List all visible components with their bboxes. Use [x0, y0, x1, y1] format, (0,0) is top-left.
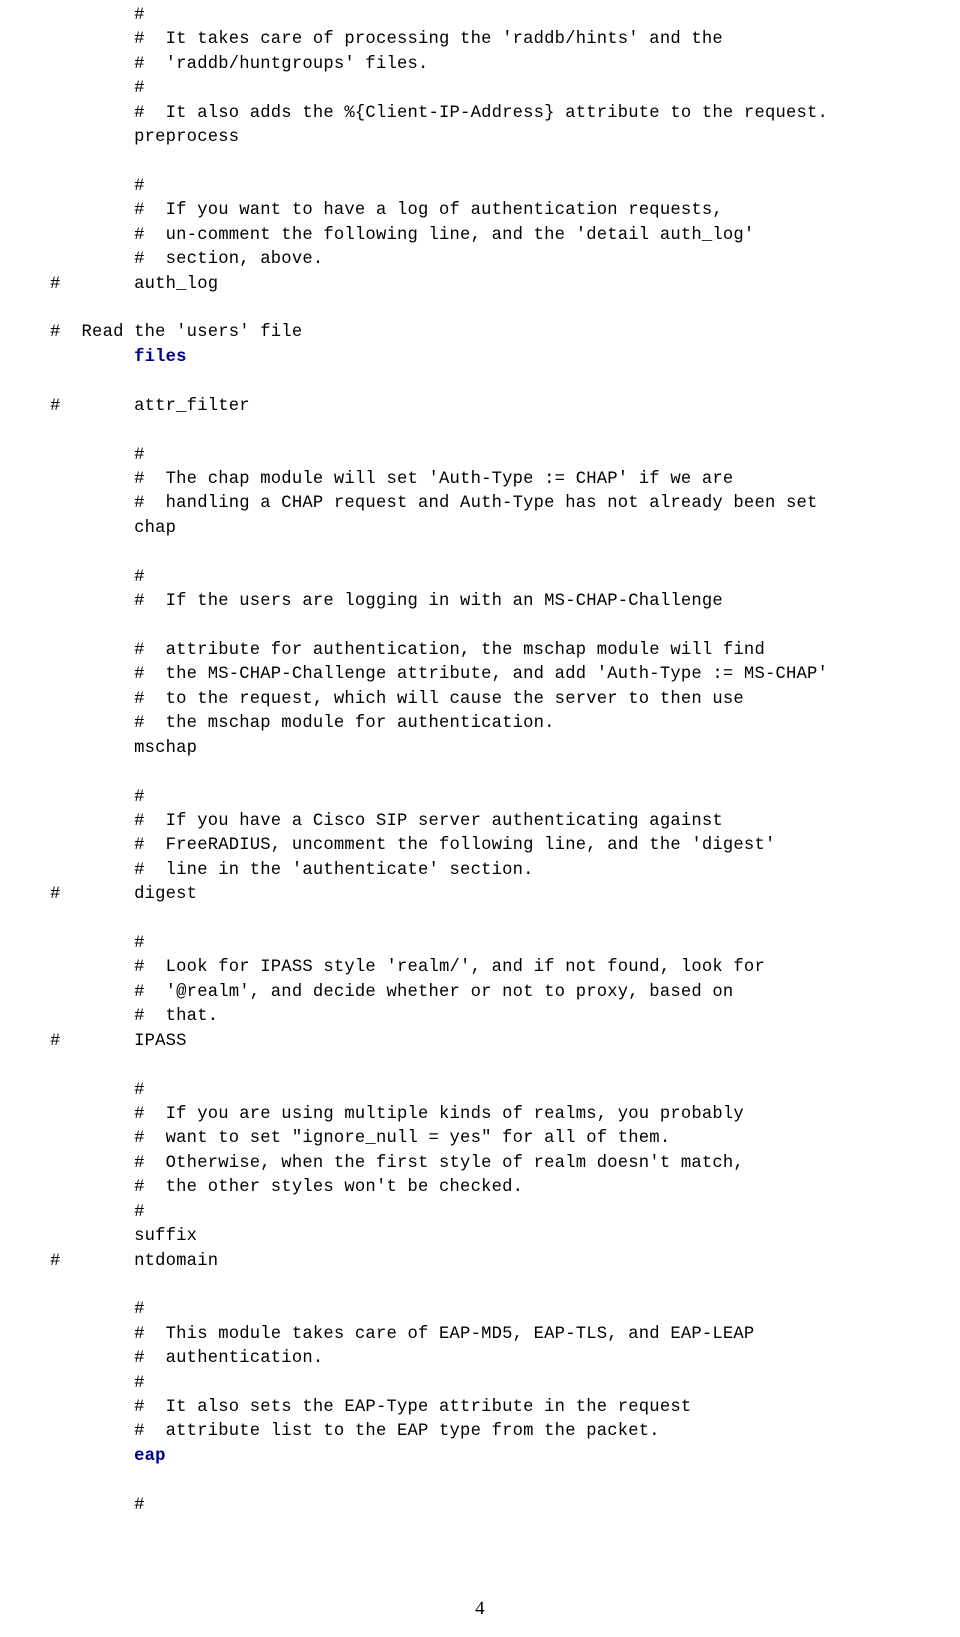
code-line: files [0, 346, 960, 370]
code-line [0, 541, 960, 565]
code-line: # [0, 4, 960, 28]
code-line: # IPASS [0, 1030, 960, 1054]
code-line: # [0, 1298, 960, 1322]
code-line [0, 761, 960, 785]
code-line: # 'raddb/huntgroups' files. [0, 53, 960, 77]
code-line: # un-comment the following line, and the… [0, 224, 960, 248]
code-line: preprocess [0, 126, 960, 150]
code-line: mschap [0, 737, 960, 761]
code-line: # digest [0, 883, 960, 907]
code-line: # [0, 1372, 960, 1396]
code-line: # [0, 77, 960, 101]
code-line: # [0, 566, 960, 590]
code-line: # [0, 932, 960, 956]
code-line: # auth_log [0, 273, 960, 297]
code-line: # to the request, which will cause the s… [0, 688, 960, 712]
code-line [0, 908, 960, 932]
code-line [0, 1469, 960, 1493]
code-line [0, 370, 960, 394]
code-line: # that. [0, 1005, 960, 1029]
code-line: # It takes care of processing the 'raddb… [0, 28, 960, 52]
code-line: # attr_filter [0, 395, 960, 419]
code-line: # The chap module will set 'Auth-Type :=… [0, 468, 960, 492]
code-line: # If the users are logging in with an MS… [0, 590, 960, 614]
code-line: # section, above. [0, 248, 960, 272]
code-line: # [0, 444, 960, 468]
code-block: # # It takes care of processing the 'rad… [0, 4, 960, 1518]
code-line: # Look for IPASS style 'realm/', and if … [0, 956, 960, 980]
code-line [0, 297, 960, 321]
code-line: # This module takes care of EAP-MD5, EAP… [0, 1323, 960, 1347]
code-line: # handling a CHAP request and Auth-Type … [0, 492, 960, 516]
code-line: # It also adds the %{Client-IP-Address} … [0, 102, 960, 126]
code-line: # If you are using multiple kinds of rea… [0, 1103, 960, 1127]
code-line: # [0, 1079, 960, 1103]
code-line [0, 1274, 960, 1298]
code-line [0, 615, 960, 639]
document-page: # # It takes care of processing the 'rad… [0, 0, 960, 1637]
code-line: # [0, 1201, 960, 1225]
code-line: # [0, 175, 960, 199]
code-line: # It also sets the EAP-Type attribute in… [0, 1396, 960, 1420]
keyword: eap [134, 1447, 166, 1466]
code-line: suffix [0, 1225, 960, 1249]
code-line: # '@realm', and decide whether or not to… [0, 981, 960, 1005]
code-line: # [0, 786, 960, 810]
keyword: files [134, 348, 187, 367]
code-line [0, 419, 960, 443]
code-line: chap [0, 517, 960, 541]
code-line: # attribute list to the EAP type from th… [0, 1420, 960, 1444]
code-line: # If you have a Cisco SIP server authent… [0, 810, 960, 834]
code-line: # want to set "ignore_null = yes" for al… [0, 1127, 960, 1151]
code-line: # Otherwise, when the first style of rea… [0, 1152, 960, 1176]
code-line: # ntdomain [0, 1250, 960, 1274]
code-line: # [0, 1494, 960, 1518]
code-line: # the mschap module for authentication. [0, 712, 960, 736]
page-number: 4 [0, 1596, 960, 1623]
code-line: # the other styles won't be checked. [0, 1176, 960, 1200]
code-line: # authentication. [0, 1347, 960, 1371]
code-line: # If you want to have a log of authentic… [0, 199, 960, 223]
code-line: # line in the 'authenticate' section. [0, 859, 960, 883]
code-line [0, 151, 960, 175]
code-line: # the MS-CHAP-Challenge attribute, and a… [0, 663, 960, 687]
code-line: # Read the 'users' file [0, 321, 960, 345]
code-line: # attribute for authentication, the msch… [0, 639, 960, 663]
code-line [0, 1054, 960, 1078]
code-line: # FreeRADIUS, uncomment the following li… [0, 834, 960, 858]
code-line: eap [0, 1445, 960, 1469]
